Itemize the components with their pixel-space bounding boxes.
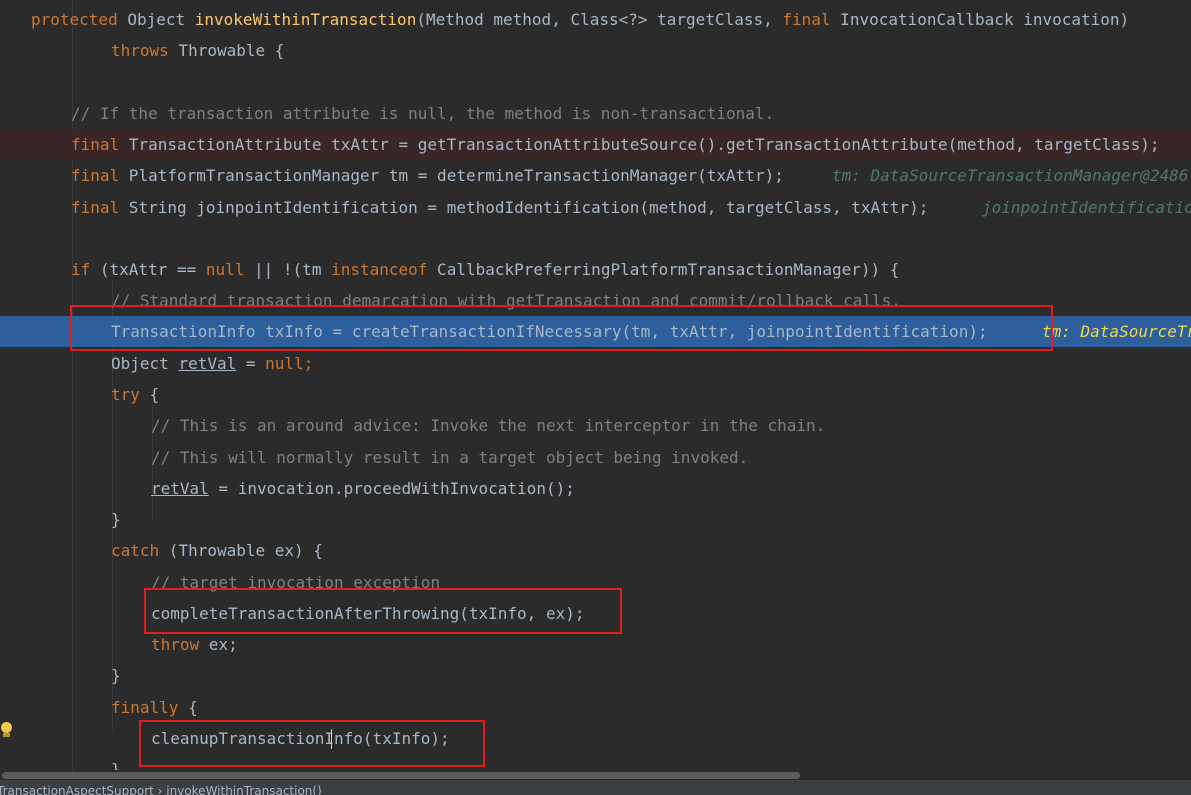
- code-text: Object: [111, 354, 179, 373]
- code-text: (txAttr ==: [90, 260, 206, 279]
- code-line-17: }: [0, 504, 1191, 535]
- inline-debug-hint: tm: DataSourceTransactionManager@2486: [1042, 322, 1191, 341]
- code-text: || !(tm: [244, 260, 332, 279]
- keyword: final: [71, 198, 120, 217]
- code-text: ex;: [199, 635, 238, 654]
- code-text: PlatformTransactionManager tm = determin…: [119, 166, 784, 185]
- keyword: protected: [31, 10, 118, 29]
- code-text: }: [111, 760, 121, 770]
- code-editor[interactable]: protected Object invokeWithinTransaction…: [0, 0, 1191, 770]
- code-text: = invocation.proceedWithInvocation();: [208, 479, 575, 498]
- code-line-22: }: [0, 660, 1191, 691]
- code-line-4: // If the transaction attribute is null,…: [0, 98, 1191, 129]
- code-text: }: [111, 666, 121, 685]
- code-text: (Throwable ex) {: [159, 541, 323, 560]
- code-text: ;: [303, 354, 314, 373]
- code-text: (Method method, Class<?> targetClass,: [416, 10, 783, 29]
- code-text: }: [111, 510, 121, 529]
- keyword: instanceof: [331, 260, 428, 279]
- code-line-7: final String joinpointIdentification = m…: [0, 192, 1191, 223]
- code-text: =: [236, 354, 266, 373]
- keyword: if: [71, 260, 91, 279]
- inline-debug-hint: tm: DataSourceTransactionManager@2486: [832, 166, 1189, 185]
- keyword: final: [71, 135, 120, 154]
- code-text: Throwable {: [168, 41, 285, 60]
- keyword: final: [71, 166, 120, 185]
- code-line-6: final PlatformTransactionManager tm = de…: [0, 160, 1191, 191]
- breadcrumb[interactable]: TransactionAspectSupport › invokeWithinT…: [0, 780, 1191, 795]
- code-line-16: retVal = invocation.proceedWithInvocatio…: [0, 473, 1191, 504]
- variable: retVal: [151, 479, 209, 498]
- code-line-5: final TransactionAttribute txAttr = getT…: [0, 129, 1191, 160]
- code-line-12: Object retVal = null;: [0, 348, 1191, 379]
- code-text: Object: [117, 10, 195, 29]
- comment: // This is an around advice: Invoke the …: [151, 416, 826, 435]
- code-line-13: try {: [0, 379, 1191, 410]
- code-line-18: catch (Throwable ex) {: [0, 535, 1191, 566]
- code-text: CallbackPreferringPlatformTransactionMan…: [427, 260, 900, 279]
- keyword: throws: [111, 41, 169, 60]
- code-text: {: [139, 385, 160, 404]
- highlight-box-create-transaction: [70, 305, 1053, 351]
- code-text: {: [178, 698, 198, 717]
- comment: // This will normally result in a target…: [151, 448, 749, 467]
- keyword: null: [205, 260, 245, 279]
- highlight-box-complete-after-throwing: [144, 588, 622, 634]
- keyword: try: [111, 385, 140, 404]
- method-name: invokeWithinTransaction: [194, 10, 417, 29]
- code-text: InvocationCallback invocation): [830, 10, 1130, 29]
- keyword: final: [782, 10, 831, 29]
- highlight-box-cleanup-transaction: [139, 720, 485, 767]
- keyword: null: [265, 354, 304, 373]
- keyword: catch: [111, 541, 160, 560]
- code-line-23: finally {: [0, 692, 1191, 723]
- horizontal-scrollbar-thumb[interactable]: [2, 772, 800, 779]
- keyword: finally: [111, 698, 179, 717]
- code-line-1: protected Object invokeWithinTransaction…: [0, 4, 1191, 35]
- inline-debug-hint: joinpointIdentification: ": [982, 198, 1191, 217]
- keyword: throw: [151, 635, 200, 654]
- lightbulb-icon[interactable]: [0, 722, 12, 738]
- code-text: String joinpointIdentification = methodI…: [119, 198, 929, 217]
- comment: // If the transaction attribute is null,…: [71, 104, 775, 123]
- code-line-9: if (txAttr == null || !(tm instanceof Ca…: [0, 254, 1191, 285]
- code-line-14: // This is an around advice: Invoke the …: [0, 410, 1191, 441]
- variable: retVal: [178, 354, 237, 373]
- code-text: TransactionAttribute txAttr = getTransac…: [119, 135, 1160, 154]
- code-line-2: throws Throwable {: [0, 35, 1191, 66]
- code-line-15: // This will normally result in a target…: [0, 442, 1191, 473]
